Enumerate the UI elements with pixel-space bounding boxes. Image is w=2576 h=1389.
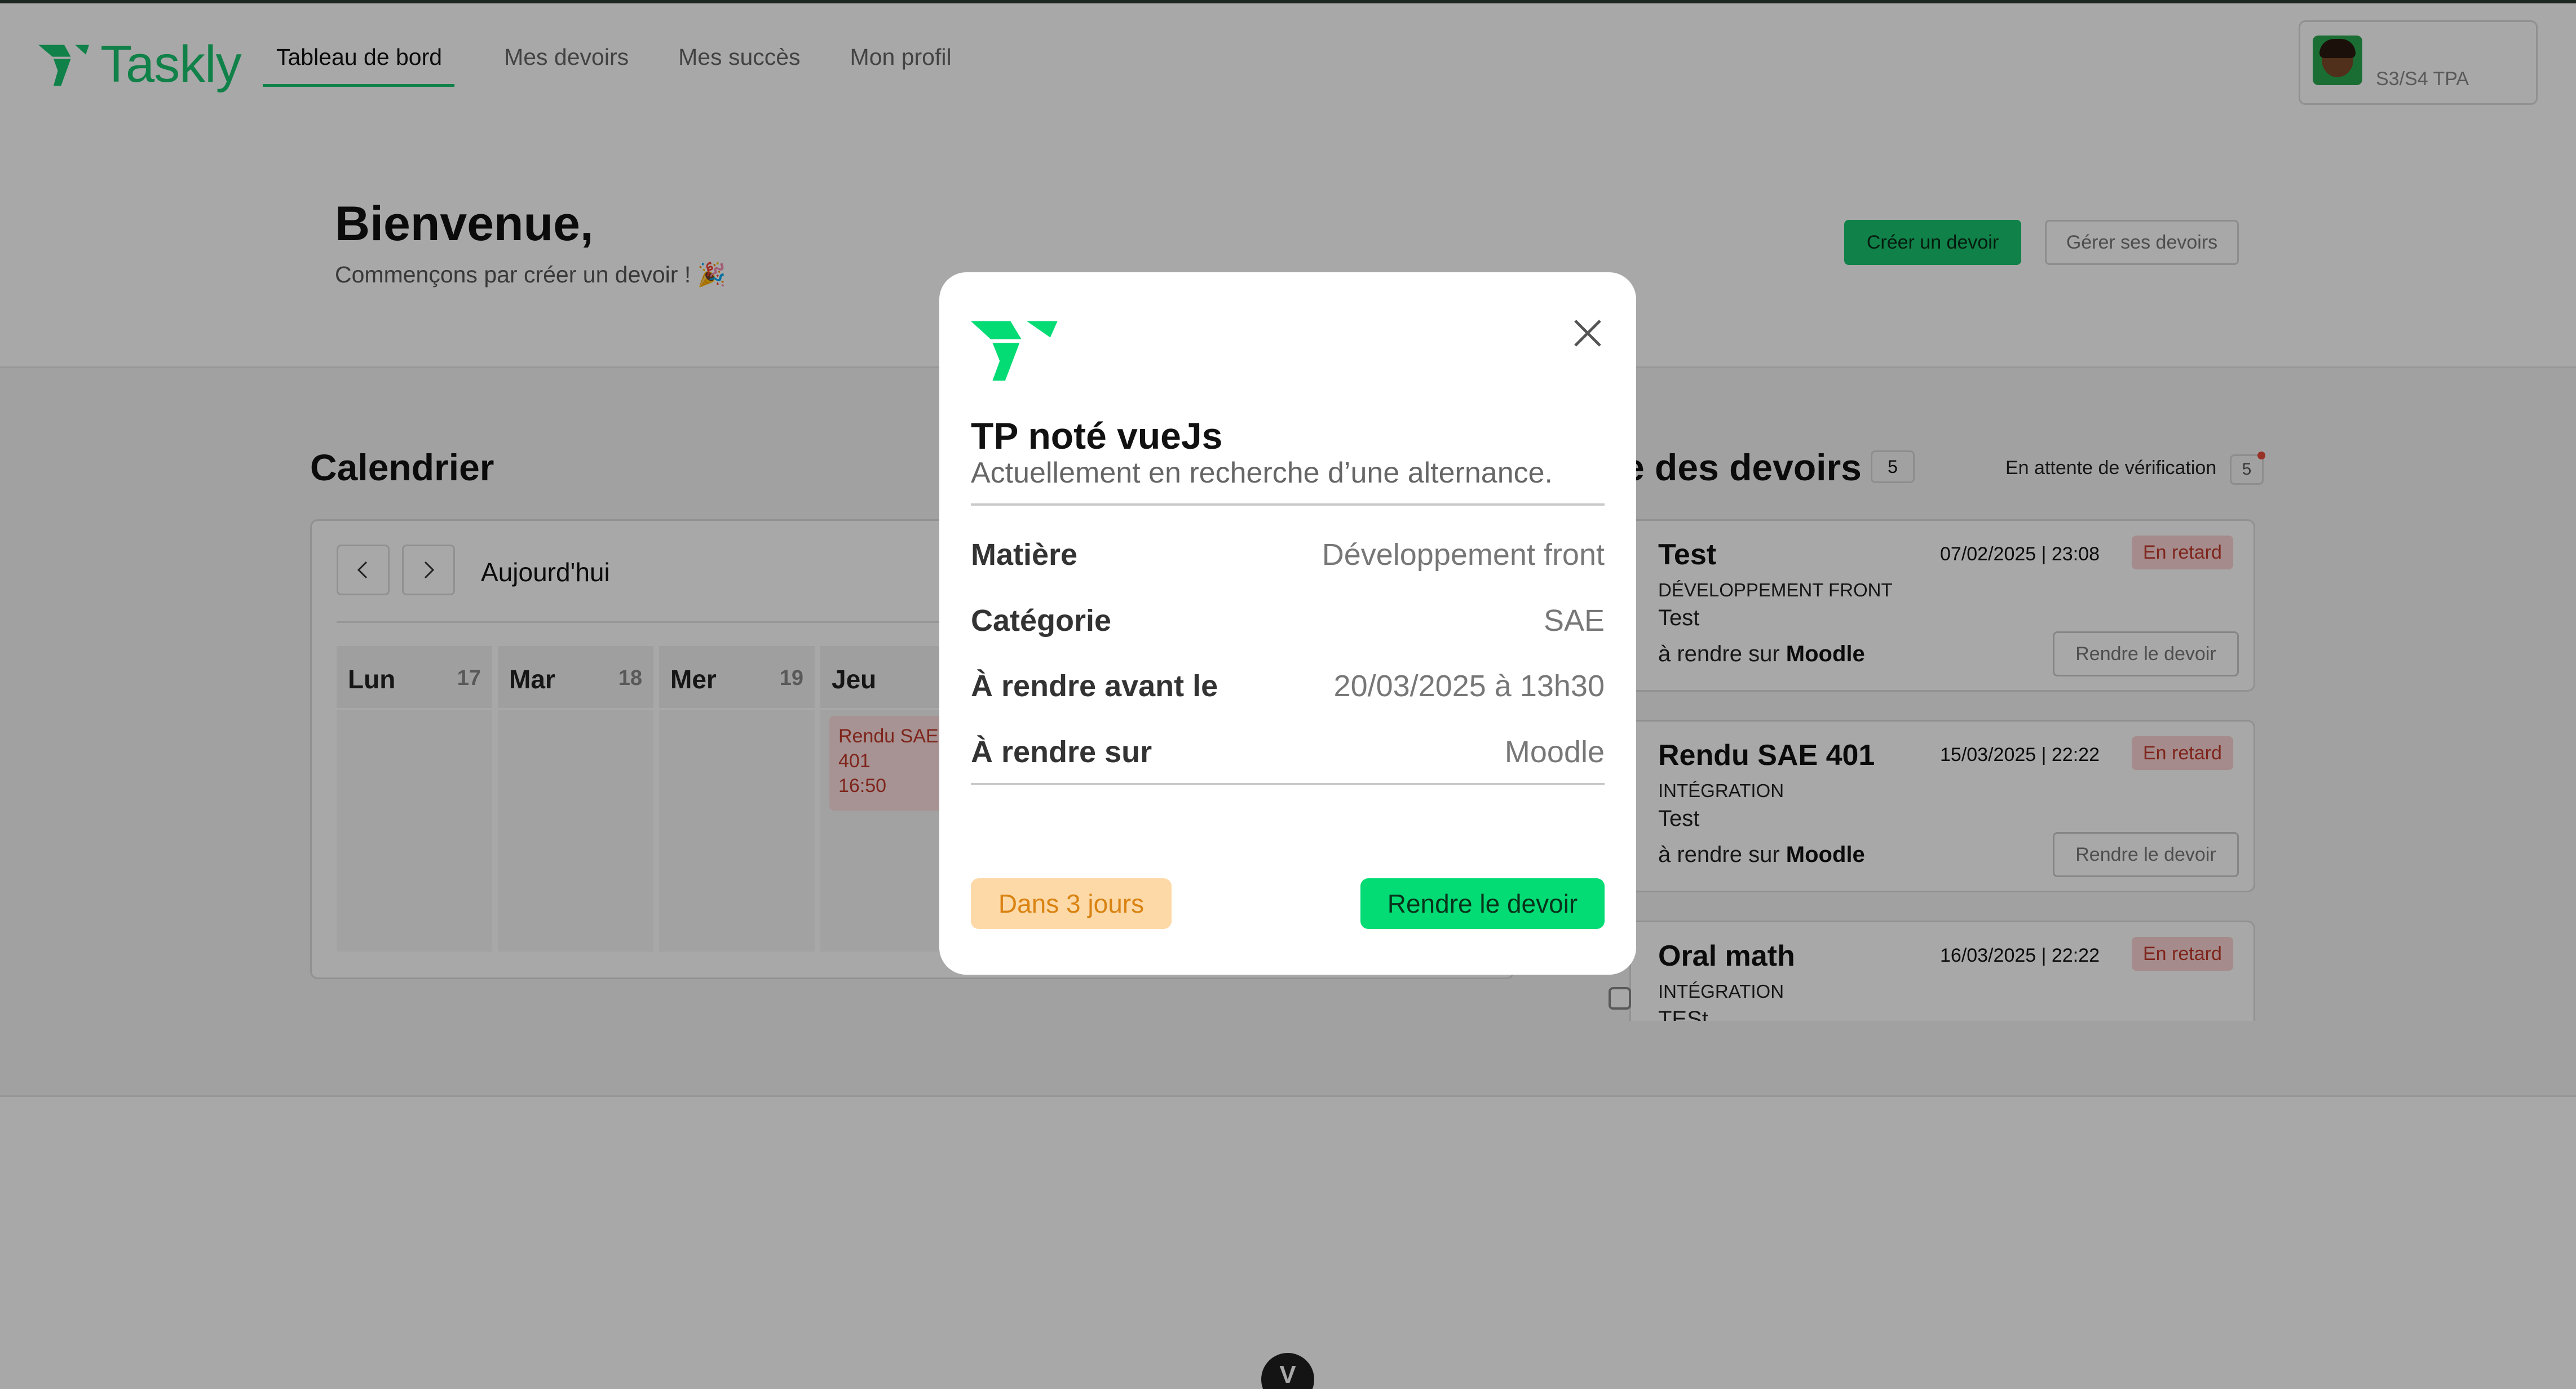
- due-in-badge: Dans 3 jours: [971, 878, 1172, 929]
- detail-value: 20/03/2025 à 13h30: [1333, 669, 1605, 703]
- close-icon[interactable]: [1571, 316, 1605, 350]
- submit-assignment-button[interactable]: Rendre le devoir: [1360, 878, 1605, 929]
- divider: [971, 783, 1605, 785]
- detail-label: Catégorie: [971, 604, 1112, 638]
- detail-row-category: Catégorie SAE: [971, 603, 1605, 643]
- assignment-detail-modal: TP noté vueJs Actuellement en recherche …: [939, 272, 1636, 975]
- detail-value: Développement front: [1322, 538, 1605, 572]
- modal-description: Actuellement en recherche d’une alternan…: [971, 457, 1553, 489]
- detail-label: Matière: [971, 538, 1078, 572]
- divider: [971, 503, 1605, 506]
- detail-label: À rendre sur: [971, 735, 1152, 769]
- detail-value: Moodle: [1504, 735, 1605, 769]
- detail-label: À rendre avant le: [971, 669, 1218, 703]
- app: Taskly Tableau de bord Mes devoirs Mes s…: [0, 0, 2576, 1389]
- detail-row-subject: Matière Développement front: [971, 537, 1605, 577]
- detail-value: SAE: [1543, 604, 1605, 638]
- detail-row-due-date: À rendre avant le 20/03/2025 à 13h30: [971, 669, 1605, 708]
- detail-row-platform: À rendre sur Moodle: [971, 735, 1605, 774]
- taskly-logo-icon: [971, 321, 1058, 381]
- modal-title: TP noté vueJs: [971, 415, 1223, 457]
